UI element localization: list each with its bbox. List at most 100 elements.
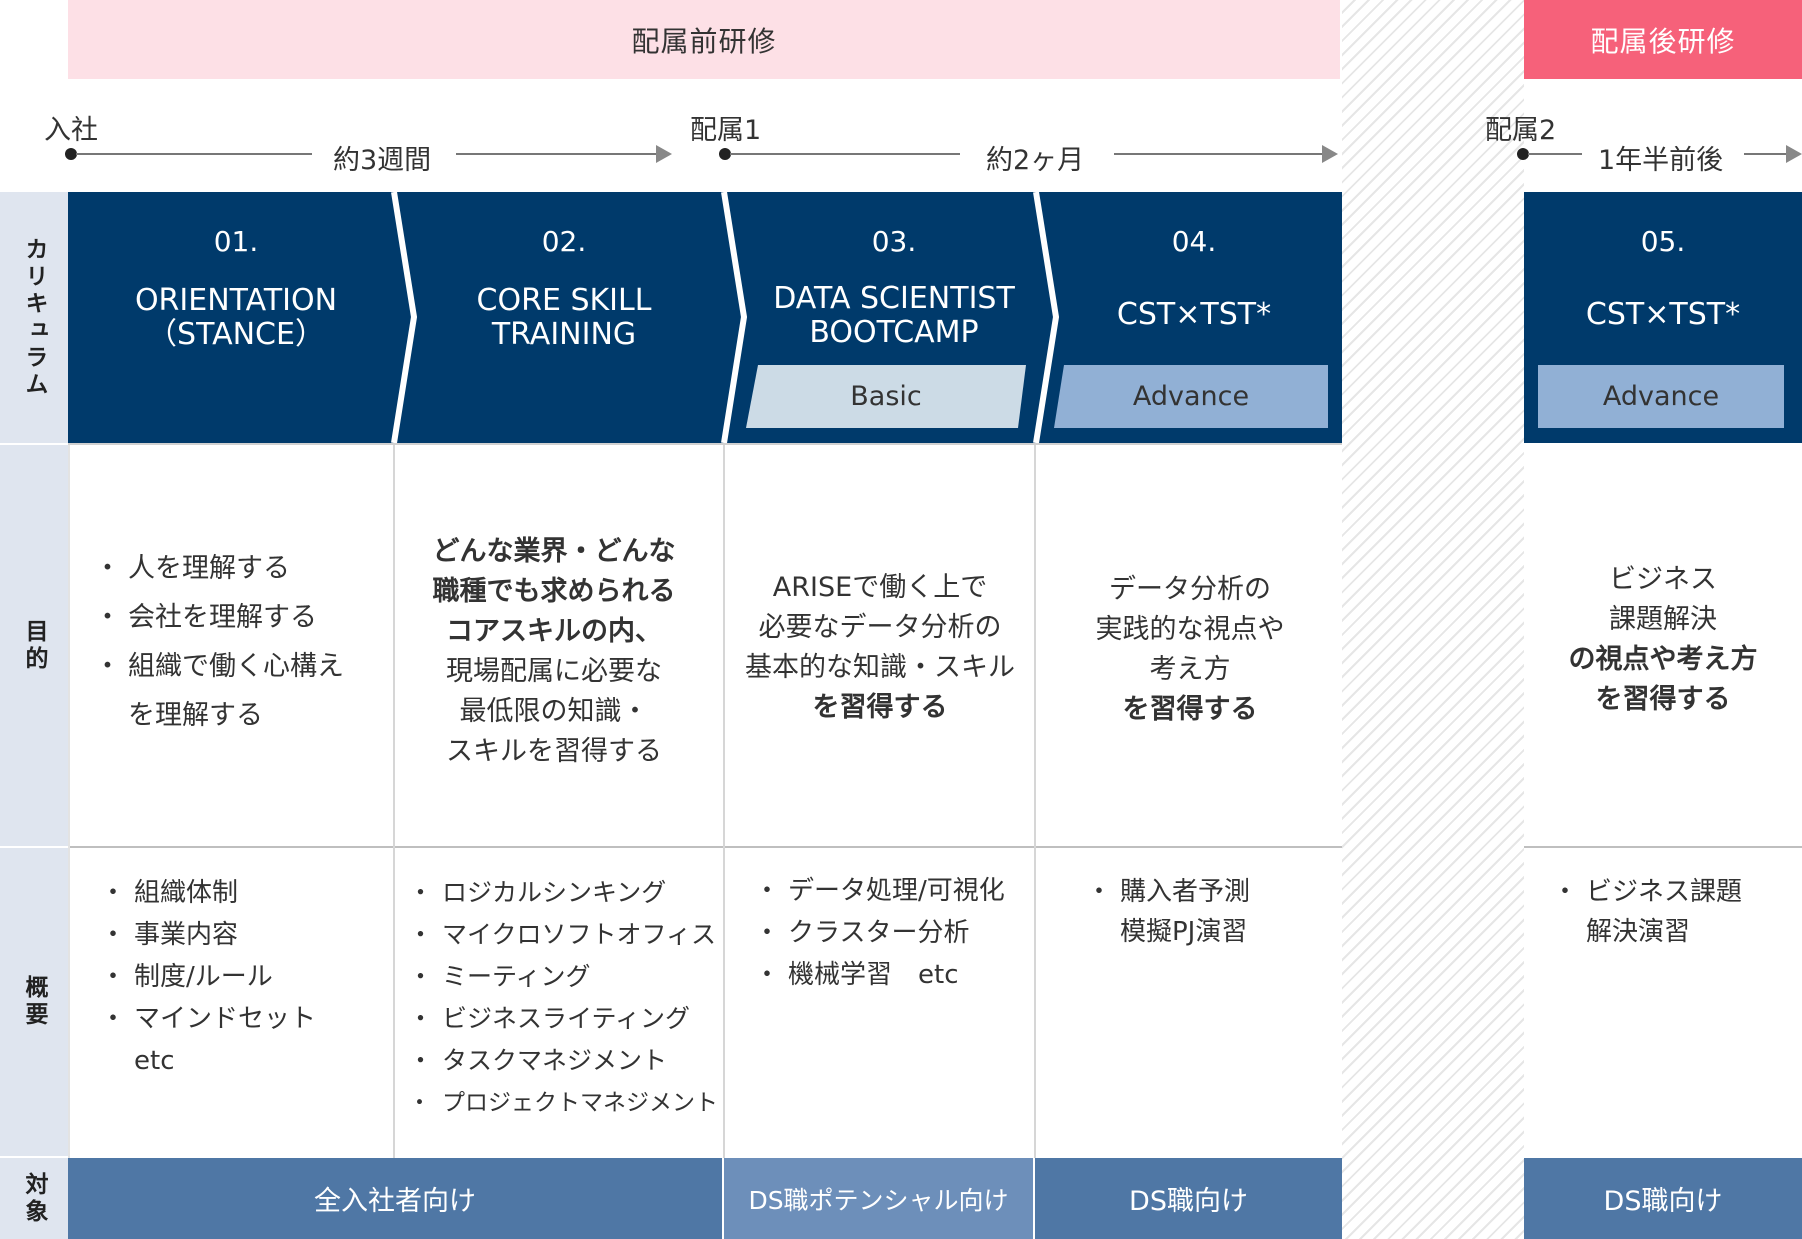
list-item: ビジネス課題 — [1552, 872, 1742, 912]
purpose-line: 課題解決 — [1609, 604, 1717, 635]
purpose-line: 基本的な知識・スキル — [745, 652, 1015, 683]
purpose-line: の視点や考え方 — [1568, 644, 1758, 675]
timeline-assign2-label: 配属2 — [1485, 115, 1557, 146]
timeline-line — [76, 153, 312, 155]
phase-gap-hatch — [1342, 0, 1524, 1239]
curriculum-number: 03. — [871, 225, 917, 258]
list-item: ミーティング — [408, 956, 718, 998]
target-ds-potential: DS職ポテンシャル向け — [724, 1158, 1033, 1239]
row-label-text: 目的 — [21, 618, 47, 673]
purpose-text-04: データ分析の 実践的な視点や 考え方 を習得する — [1040, 570, 1340, 730]
curriculum-number: 04. — [1171, 225, 1217, 258]
curriculum-title-sub: （STANCE） — [147, 317, 325, 352]
curriculum-title: CST×TST* — [1116, 297, 1272, 332]
overview-list-01: 組織体制 事業内容 制度/ルール マインドセット etc — [100, 872, 316, 1082]
list-item: etc — [134, 1046, 175, 1076]
list-item: 組織で働く心構え — [94, 642, 344, 691]
row-label-text: 対象 — [21, 1171, 47, 1226]
curriculum-title-sub: TRAINING — [491, 317, 637, 352]
target-ds-post: DS職向け — [1524, 1158, 1802, 1239]
list-item: プロジェクトマネジメント — [408, 1082, 718, 1124]
timeline-line — [1528, 153, 1582, 155]
list-item: 解決演習 — [1586, 917, 1691, 947]
curriculum-title: ORIENTATION — [134, 283, 338, 318]
purpose-line: を習得する — [1122, 694, 1258, 725]
curriculum-title: DATA SCIENTIST — [773, 281, 1015, 316]
purpose-list-01: 人を理解する 会社を理解する 組織で働く心構え を理解する — [94, 544, 344, 740]
list-item: マイクロソフトオフィス — [408, 914, 718, 956]
curriculum-item-01: 01. ORIENTATION （STANCE） — [68, 192, 404, 443]
purpose-text-05: ビジネス 課題解決 の視点や考え方 を習得する — [1524, 560, 1802, 720]
curriculum-title: CST×TST* — [1585, 297, 1741, 332]
timeline-duration-1: 約3週間 — [333, 145, 432, 176]
arrow-right-icon — [656, 145, 672, 163]
curriculum-title-sub: BOOTCAMP — [809, 315, 979, 350]
curriculum-number: 05. — [1640, 225, 1686, 258]
purpose-line: ARISEで働く上で — [772, 572, 988, 603]
post-assignment-training-header: 配属後研修 — [1524, 0, 1802, 79]
purpose-line: スキルを習得する — [446, 736, 662, 767]
row-label-purpose: 目的 — [0, 445, 68, 846]
purpose-line: を習得する — [812, 692, 948, 723]
grid-divider — [723, 445, 725, 1158]
list-item: マインドセット — [100, 998, 316, 1040]
level-badge-advance: Advance — [1538, 365, 1784, 428]
timeline-duration-2: 約2ヶ月 — [986, 145, 1085, 176]
curriculum-number: 02. — [541, 225, 587, 258]
curriculum-item-02: 02. CORE SKILL TRAINING — [404, 192, 724, 443]
curriculum-number: 01. — [213, 225, 259, 258]
list-item: 事業内容 — [100, 914, 316, 956]
row-label-target: 対象 — [0, 1158, 68, 1239]
target-all-employees: 全入社者向け — [68, 1158, 722, 1239]
overview-list-04: 購入者予測 模擬PJ演習 — [1086, 872, 1250, 952]
timeline-start-label: 入社 — [44, 115, 98, 146]
level-badge-advance: Advance — [1054, 365, 1328, 428]
purpose-line: 最低限の知識・ — [459, 696, 649, 727]
purpose-line: 必要なデータ分析の — [758, 612, 1002, 643]
overview-list-05: ビジネス課題 解決演習 — [1552, 872, 1742, 952]
purpose-line: 職種でも求められる — [432, 576, 676, 607]
timeline-assign1-label: 配属1 — [690, 115, 762, 146]
arrow-right-icon — [1322, 145, 1338, 163]
row-label-text: 概要 — [21, 975, 47, 1029]
list-item: 人を理解する — [94, 544, 344, 593]
purpose-text-02: どんな業界・どんな 職種でも求められる コアスキルの内、 現場配属に必要な 最低… — [404, 532, 704, 772]
overview-list-03: データ処理/可視化 クラスター分析 機械学習 etc — [754, 870, 1005, 996]
list-item: 機械学習 etc — [754, 954, 1005, 996]
row-label-overview: 概要 — [0, 848, 68, 1156]
list-item: データ処理/可視化 — [754, 870, 1005, 912]
purpose-text-03: ARISEで働く上で 必要なデータ分析の 基本的な知識・スキル を習得する — [730, 568, 1030, 728]
grid-divider — [393, 445, 395, 1158]
purpose-line: データ分析の — [1109, 574, 1271, 605]
timeline-duration-3: 1年半前後 — [1598, 145, 1724, 176]
list-item: 模擬PJ演習 — [1120, 917, 1248, 947]
grid-divider — [68, 443, 1342, 445]
list-item: 購入者予測 — [1086, 872, 1250, 912]
purpose-line: を習得する — [1595, 684, 1731, 715]
overview-list-02: ロジカルシンキング マイクロソフトオフィス ミーティング ビジネスライティング … — [408, 872, 718, 1124]
target-ds: DS職向け — [1035, 1158, 1342, 1239]
purpose-line: 実践的な視点や — [1095, 614, 1285, 645]
timeline-line — [456, 153, 656, 155]
list-item: 会社を理解する — [94, 593, 344, 642]
grid-divider — [1524, 846, 1802, 848]
level-badge-basic: Basic — [746, 365, 1026, 428]
purpose-line: 現場配属に必要な — [446, 656, 662, 687]
purpose-line: コアスキルの内、 — [446, 616, 662, 647]
grid-divider — [1034, 445, 1036, 1158]
grid-divider — [68, 846, 1342, 848]
timeline-line — [730, 153, 960, 155]
timeline-line — [1744, 153, 1786, 155]
grid-divider — [68, 445, 70, 1158]
curriculum-title: CORE SKILL — [476, 283, 652, 318]
list-item: タスクマネジメント — [408, 1040, 718, 1082]
list-item: 組織体制 — [100, 872, 316, 914]
timeline-line — [1114, 153, 1322, 155]
list-item: 制度/ルール — [100, 956, 316, 998]
purpose-line: どんな業界・どんな — [432, 536, 676, 567]
arrow-right-icon — [1786, 145, 1802, 163]
pre-assignment-training-header: 配属前研修 — [68, 0, 1340, 79]
purpose-line: ビジネス — [1609, 564, 1717, 595]
list-item: ビジネスライティング — [408, 998, 718, 1040]
list-item: ロジカルシンキング — [408, 872, 718, 914]
